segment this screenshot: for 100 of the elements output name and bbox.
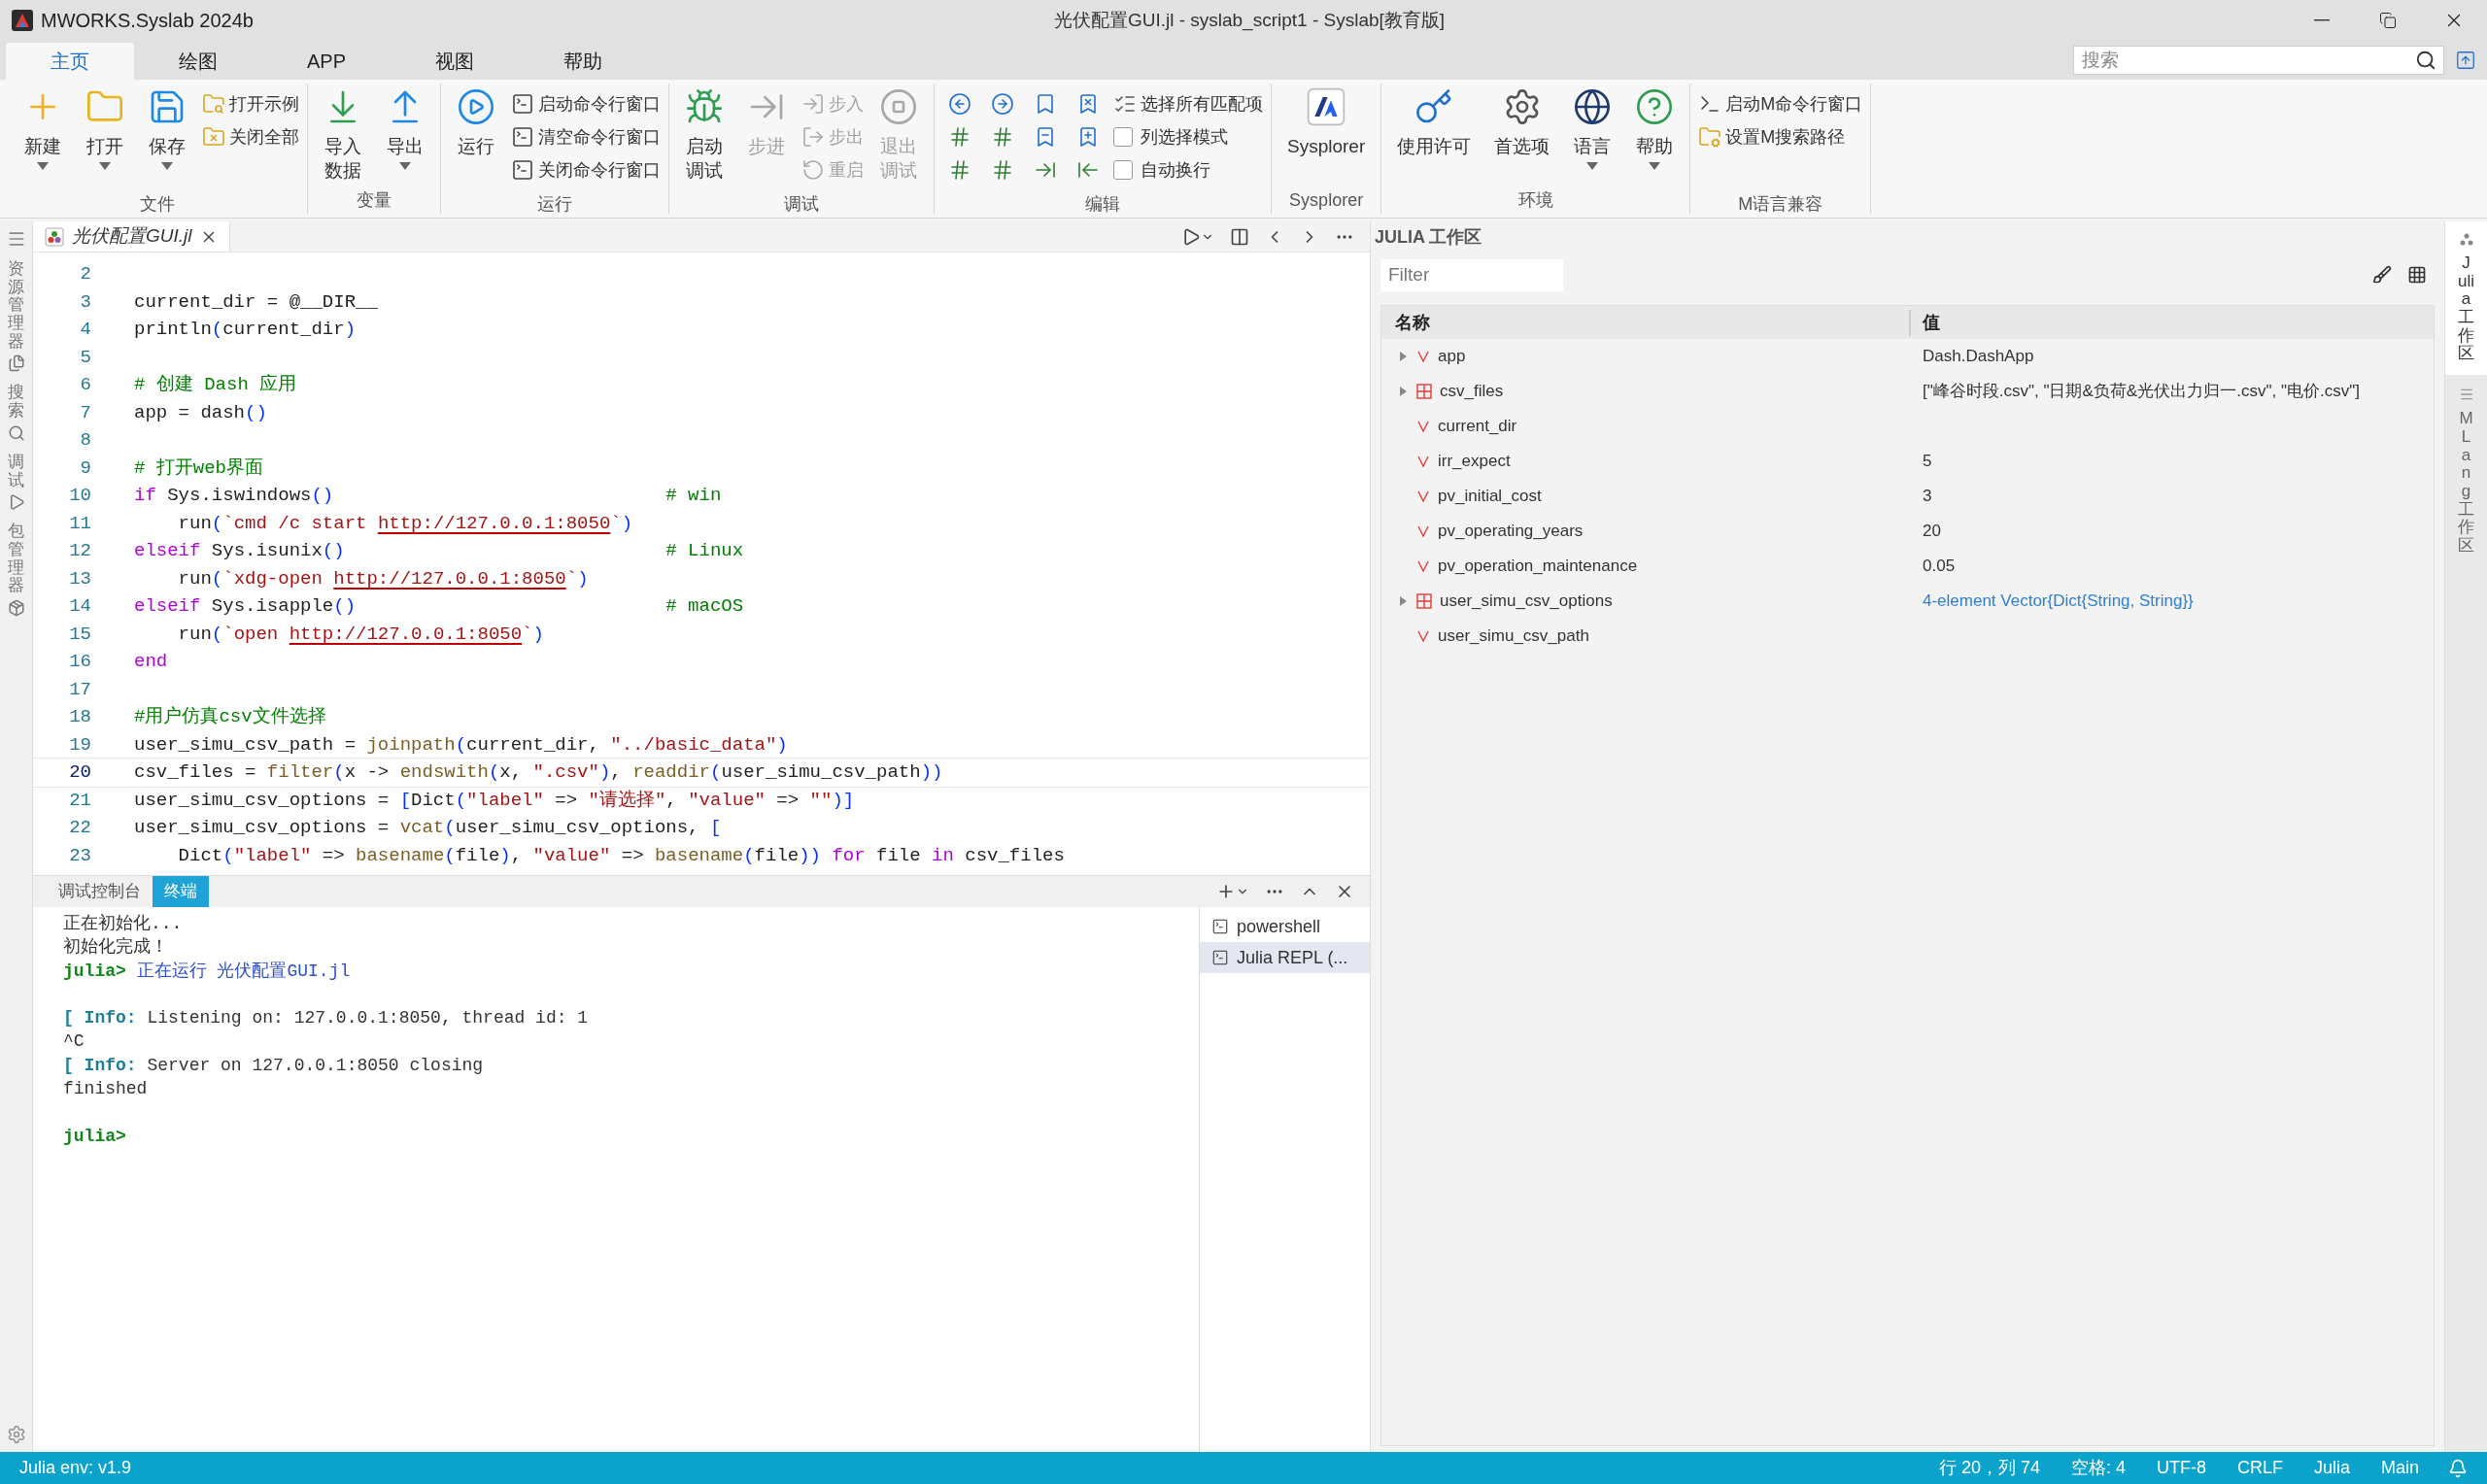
side-tab[interactable]: MLang 工作区 — [2445, 375, 2487, 567]
code-line: elseif Sys.isunix() # Linux — [134, 539, 744, 563]
ribbon-button[interactable]: 保存 — [140, 84, 194, 170]
code-line: #用户仿真csv文件选择 — [134, 705, 326, 729]
ribbon-button[interactable]: 清空命令行窗口 — [511, 120, 661, 153]
variable-name: csv_files — [1440, 381, 1504, 403]
variable-icon — [1416, 455, 1430, 468]
line-number: 22 — [68, 816, 91, 840]
terminal-icon — [1211, 949, 1229, 966]
ribbon-button[interactable]: 打开示例 — [202, 87, 299, 120]
activity-bar-item[interactable]: 搜索 — [7, 384, 25, 442]
package-icon — [7, 598, 25, 617]
terminal-line: [ Info: Server on 127.0.0.1:8050 closing — [63, 1054, 484, 1077]
code-line: app = dash() — [134, 400, 267, 425]
ribbon-button[interactable]: 语言 — [1565, 84, 1620, 170]
ribbon-button[interactable]: 新建 — [16, 84, 70, 170]
restore-icon — [2379, 12, 2397, 29]
code-line: user_simu_csv_options = [Dict("label" => "请选择", "value" => "")] — [134, 788, 855, 813]
column-header: 名称 — [1381, 309, 1911, 336]
clear-icon[interactable] — [2372, 265, 2392, 285]
editor-tab[interactable]: 光伏配置GUI.jl — [33, 221, 230, 252]
line-number: 4 — [79, 318, 91, 342]
ribbon-tab[interactable]: 绘图 — [134, 43, 262, 80]
panel-tab[interactable]: 调试控制台 — [47, 876, 153, 907]
line-number: 23 — [68, 843, 91, 868]
terminal-line: ^C — [63, 1030, 85, 1053]
run-icon[interactable] — [1181, 226, 1214, 247]
arrow-right-icon — [991, 92, 1014, 116]
ribbon-button[interactable]: 导出 — [378, 84, 432, 170]
notification-icon[interactable] — [2448, 1458, 2468, 1478]
terminal-line: 正在初始化... — [63, 913, 183, 935]
ribbon-button[interactable]: 启动命令行窗口 — [511, 87, 661, 120]
table-icon — [1416, 593, 1432, 609]
settings-icon[interactable] — [6, 1425, 26, 1444]
variable-name: pv_operation_maintenance — [1438, 556, 1638, 578]
group-label: 运行 — [536, 193, 573, 216]
line-number: 10 — [68, 484, 91, 508]
line-number: 8 — [79, 428, 91, 453]
table-icon — [1416, 384, 1432, 399]
caret-icon — [1649, 162, 1661, 170]
variable-name: irr_expect — [1438, 451, 1511, 473]
group-label: 调试 — [783, 193, 820, 216]
variable-name: app — [1438, 346, 1466, 368]
terminal-list-item[interactable]: Julia REPL (... — [1200, 942, 1370, 973]
ribbon-tab[interactable]: 帮助 — [519, 43, 647, 80]
activity-bar-item[interactable]: 包管理器 — [7, 523, 25, 617]
caret-icon — [1586, 162, 1599, 170]
checkbox[interactable] — [1113, 127, 1133, 147]
terminal-icon — [1211, 918, 1229, 935]
split-editor-icon[interactable] — [1230, 226, 1249, 247]
variable-value: Dash.DashApp — [1922, 346, 2034, 368]
variable-value: 3 — [1922, 486, 1932, 508]
terminal-line: julia> 正在运行 光伏配置GUI.jl — [63, 960, 351, 982]
code-line: # 打开web界面 — [134, 455, 263, 481]
ribbon-button[interactable]: 关闭全部 — [202, 120, 299, 153]
activity-bar-item[interactable]: 调试 — [7, 453, 25, 512]
ribbon-button[interactable]: 启动 调试 — [677, 84, 732, 183]
group-label: 环境 — [1516, 189, 1554, 212]
side-tab[interactable]: Julia 工作区 — [2445, 221, 2487, 376]
ribbon-tab[interactable]: 视图 — [391, 43, 519, 80]
ribbon-button[interactable]: 打开 — [78, 84, 132, 170]
variable-icon — [1416, 524, 1430, 538]
filter-field[interactable]: Filter — [1380, 258, 1563, 291]
variable-name: pv_operating_years — [1438, 521, 1584, 543]
ribbon-button[interactable]: 使用许可 — [1389, 84, 1480, 158]
expand-arrow-icon[interactable] — [1397, 595, 1409, 607]
window-title: 光伏配置GUI.jl - syslab_script1 - Syslab[教育版] — [1053, 8, 1446, 33]
ribbon-button[interactable]: 首选项 — [1486, 84, 1558, 158]
ribbon-tab[interactable]: 主页 — [6, 43, 134, 80]
search-field[interactable]: 搜索 — [2073, 46, 2444, 75]
expand-arrow-icon[interactable] — [1397, 386, 1409, 397]
help-icon — [1635, 87, 1675, 126]
group-label: 变量 — [356, 189, 392, 212]
ribbon-button[interactable]: 关闭命令行窗口 — [511, 153, 661, 186]
checkbox-label: 自动换行 — [1141, 158, 1210, 182]
line-number: 15 — [68, 622, 91, 647]
column-header: 值 — [1921, 311, 1940, 334]
ribbon-button[interactable]: 设置M搜索路径 — [1698, 120, 1863, 153]
expand-arrow-icon[interactable] — [1397, 351, 1409, 362]
step-in-icon — [801, 92, 825, 116]
ribbon-button[interactable]: 运行 — [449, 84, 503, 158]
ribbon-button[interactable]: 选择所有匹配项 — [1113, 87, 1263, 120]
variable-name: user_simu_csv_path — [1438, 625, 1589, 648]
checkbox[interactable] — [1113, 160, 1133, 180]
ribbon-button[interactable]: 启动M命令行窗口 — [1698, 87, 1863, 120]
line-number: 17 — [68, 677, 91, 702]
code-line: current_dir = @__DIR__ — [134, 289, 378, 315]
code-line: Dict("label" => basename(file), "value" => basename(file)) for file in csv_files — [177, 843, 1065, 868]
grid-icon[interactable] — [2407, 265, 2427, 285]
code-line: user_simu_csv_path = joinpath(current_dir, "../basic_data") — [134, 732, 788, 758]
code-line: elseif Sys.isapple() # macOS — [134, 594, 744, 619]
ribbon-button[interactable]: 导入 数据 — [316, 84, 370, 183]
variable-name: pv_initial_cost — [1438, 486, 1542, 508]
ribbon-button[interactable]: 帮助 — [1627, 84, 1683, 170]
activity-bar-item[interactable]: 资源管理器 — [7, 260, 25, 373]
terminal-list-item[interactable]: powershell — [1200, 911, 1370, 942]
line-number: 19 — [68, 732, 91, 758]
ribbon-button[interactable]: Sysplorer — [1279, 84, 1374, 158]
ribbon-tab[interactable]: APP — [262, 43, 391, 80]
variable-name: user_simu_csv_options — [1440, 590, 1613, 613]
